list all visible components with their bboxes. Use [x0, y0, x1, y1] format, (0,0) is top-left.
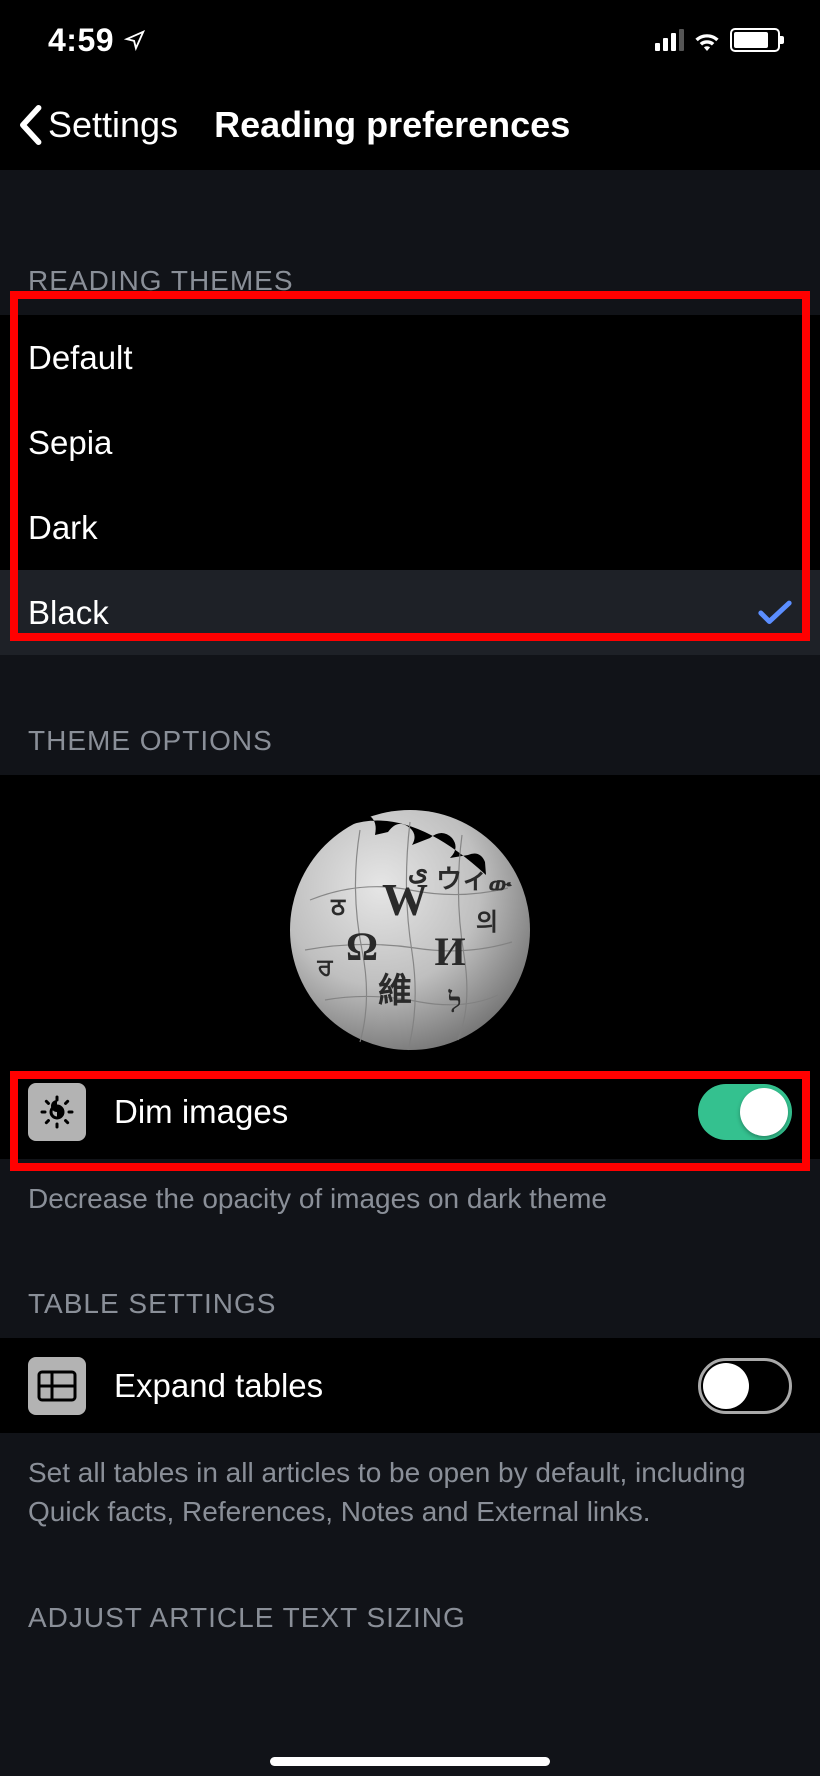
svg-text:ی: ی: [408, 857, 428, 886]
expand-tables-toggle[interactable]: [698, 1358, 792, 1414]
home-indicator[interactable]: [270, 1757, 550, 1766]
svg-text:ው: ው: [488, 872, 512, 898]
theme-label: Black: [28, 594, 109, 632]
page-title: Reading preferences: [214, 104, 570, 146]
dim-images-label: Dim images: [114, 1093, 670, 1131]
reading-themes-header: READING THEMES: [0, 170, 820, 315]
svg-text:ウィ: ウィ: [436, 865, 488, 894]
theme-option-dark[interactable]: Dark: [0, 485, 820, 570]
svg-text:ठ: ठ: [330, 895, 346, 921]
checkmark-icon: [758, 600, 792, 626]
cellular-signal-icon: [655, 29, 684, 51]
theme-option-sepia[interactable]: Sepia: [0, 400, 820, 485]
location-icon: [124, 22, 146, 59]
back-label: Settings: [48, 104, 178, 146]
dim-images-toggle[interactable]: [698, 1084, 792, 1140]
dim-images-row: Dim images: [0, 1064, 820, 1159]
time-label: 4:59: [48, 22, 114, 59]
adjust-text-sizing-header: ADJUST ARTICLE TEXT SIZING: [0, 1532, 820, 1652]
theme-option-black[interactable]: Black: [0, 570, 820, 655]
dim-images-description: Decrease the opacity of images on dark t…: [0, 1159, 820, 1218]
theme-label: Sepia: [28, 424, 112, 462]
svg-text:維: 維: [378, 972, 412, 1010]
theme-list: Default Sepia Dark Black: [0, 315, 820, 655]
table-settings-header: TABLE SETTINGS: [0, 1218, 820, 1338]
wifi-icon: [692, 29, 722, 51]
theme-preview-image: W Ω И 維 ウィ ठ 의 ਰ ל ው ی: [0, 775, 820, 1064]
navigation-bar: Settings Reading preferences: [0, 80, 820, 170]
theme-label: Dark: [28, 509, 98, 547]
expand-tables-label: Expand tables: [114, 1367, 670, 1405]
svg-text:Ω: Ω: [346, 924, 378, 969]
table-icon: [28, 1357, 86, 1415]
status-bar: 4:59: [0, 0, 820, 80]
content-area: READING THEMES Default Sepia Dark Black …: [0, 170, 820, 1776]
svg-text:의: 의: [476, 909, 498, 936]
expand-tables-description: Set all tables in all articles to be ope…: [0, 1433, 820, 1531]
battery-icon: [730, 28, 780, 52]
theme-label: Default: [28, 339, 133, 377]
status-indicators: [655, 28, 780, 52]
svg-text:ਰ: ਰ: [317, 955, 334, 981]
expand-tables-row: Expand tables: [0, 1338, 820, 1433]
theme-options-header: THEME OPTIONS: [0, 655, 820, 775]
back-button[interactable]: Settings: [16, 104, 178, 146]
brightness-icon: [28, 1083, 86, 1141]
svg-text:И: И: [434, 929, 465, 974]
chevron-left-icon: [16, 105, 44, 145]
theme-option-default[interactable]: Default: [0, 315, 820, 400]
svg-text:ל: ל: [447, 988, 461, 1019]
status-time: 4:59: [48, 22, 146, 59]
